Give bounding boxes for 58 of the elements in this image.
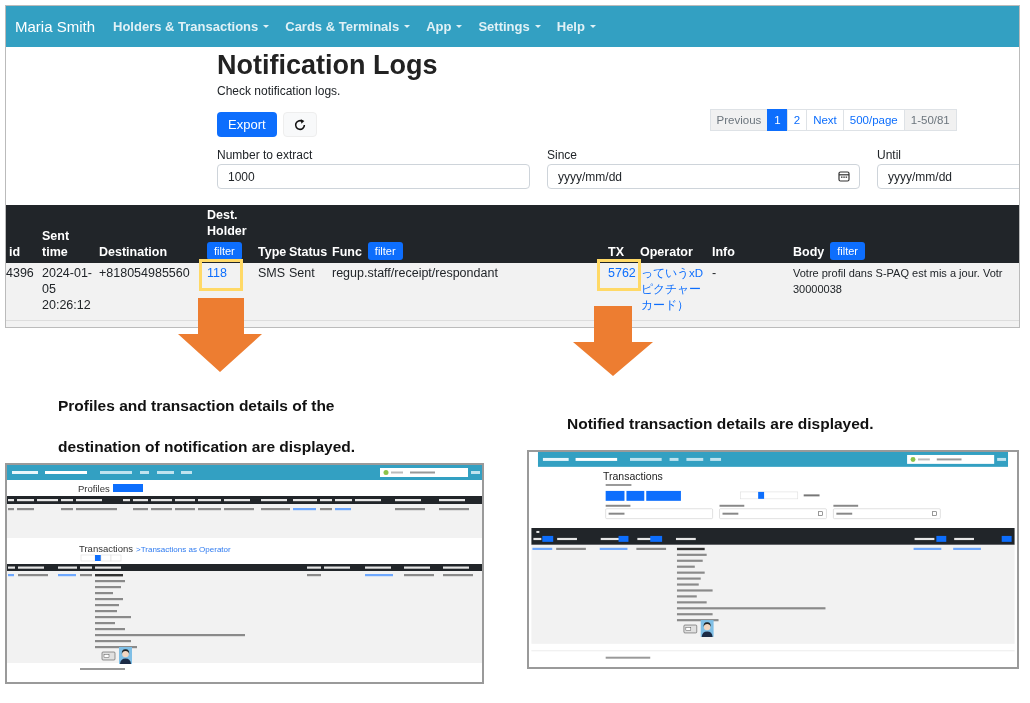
refresh-button[interactable] (282, 112, 317, 137)
column-header: Body (793, 244, 825, 260)
menu-item[interactable]: Cards & Terminals (285, 19, 411, 34)
column-header: Destination (99, 244, 168, 260)
caret-icon (534, 25, 541, 28)
field-label: Since (547, 148, 579, 163)
column-header: Dest. Holder (207, 207, 248, 239)
pagination-item[interactable]: Next (806, 109, 844, 131)
table-cell: 4396 (6, 266, 34, 280)
table-cell: +818054985560 (99, 266, 190, 280)
brand-name[interactable]: Maria Smith (15, 18, 96, 35)
column-header: Info (712, 244, 735, 260)
menu-item[interactable]: App (426, 19, 463, 34)
date-field[interactable]: yyyy/mm/dd (547, 164, 860, 189)
column-header: id (9, 244, 21, 260)
refresh-icon (292, 117, 307, 132)
back-button[interactable] (112, 484, 143, 492)
export-button[interactable]: Export (217, 112, 277, 137)
field-label: Until (877, 148, 902, 163)
table-cell: SMS (258, 266, 286, 280)
date-field[interactable]: yyyy/mm/dd (877, 164, 1019, 189)
table-cell: Sent (289, 266, 315, 280)
page-title: Notification Logs (217, 49, 439, 81)
column-header: Func (332, 244, 362, 260)
table-cell: regup.staff/receipt/respondant (332, 266, 498, 280)
table-cell: 2024-01-05 20:26:12 (42, 266, 93, 312)
caption: Notified transaction details are displayed. (566, 414, 875, 434)
section-title: Profiles (78, 482, 110, 494)
caption: Profiles and transaction details of the destination of notification are displayed. (57, 396, 357, 457)
table-link[interactable]: 118 (207, 265, 227, 281)
calendar-icon (838, 170, 850, 182)
filter-button[interactable]: filter (367, 242, 403, 260)
menu-item[interactable]: Settings (478, 19, 541, 34)
table-link[interactable]: 5762 (608, 265, 636, 281)
column-header: Sent time (42, 228, 71, 260)
filter-button[interactable]: filter (830, 242, 866, 260)
table-cell: - (712, 266, 717, 280)
column-header: Status (289, 244, 328, 260)
table-link[interactable]: っていうxDピクチャーカード） (641, 265, 708, 313)
caret-icon (263, 25, 270, 28)
menu-item[interactable]: Help (556, 19, 596, 34)
page-title: Transactions (603, 469, 664, 483)
column-header: TX (608, 244, 624, 260)
menu-item[interactable]: Holders & Transactions (113, 19, 270, 34)
page-subtitle: Check notification logs. (217, 83, 342, 99)
operator-link[interactable]: >Transactions as Operator (136, 545, 231, 554)
section-title: Transactions (79, 543, 134, 554)
filter-button[interactable]: filter (207, 242, 242, 260)
caret-icon (589, 25, 596, 28)
field-label: Number to extract (217, 148, 314, 163)
pagination-item[interactable]: 500/page (842, 109, 905, 131)
column-header: Operator (640, 244, 693, 260)
table-cell: Votre profil dans S-PAQ est mis a jour. Votr 30000038 (793, 267, 1003, 295)
caret-icon (404, 25, 411, 28)
input-field[interactable]: 1000 (217, 164, 530, 189)
pagination-item[interactable]: 1 (767, 109, 788, 131)
column-header: Type (258, 244, 287, 260)
caret-icon (456, 25, 463, 28)
